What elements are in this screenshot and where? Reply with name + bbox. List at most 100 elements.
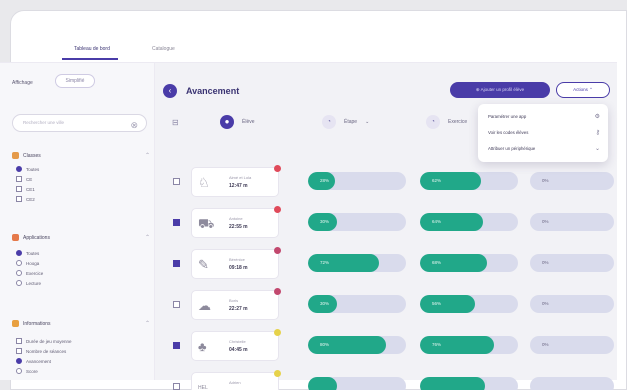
radio[interactable] [16,368,22,374]
option-label: Avancement [26,358,51,364]
chevron-down-icon: ⌄ [594,146,600,152]
option-checkbox[interactable]: Nombre de séances [16,348,66,354]
column-header-exercise[interactable]: ◔ Exercice [426,114,467,130]
row-checkbox[interactable] [173,383,180,390]
stroller-icon: ♘ [198,175,210,190]
table-row[interactable]: ✎ Bérénice 09:18 m 72% 68% 0% [165,246,614,280]
search-input[interactable]: Rechercher une ville ⊗ [12,114,147,132]
option-radio[interactable]: Toutes [16,250,39,256]
progress-bar: 28% [308,172,406,190]
checkbox[interactable] [16,196,22,202]
checkbox[interactable] [16,338,22,344]
informations-icon [12,320,19,327]
play-time: 12:47 m [229,183,248,189]
status-badge [274,288,281,295]
active-tab-indicator [62,58,118,60]
play-time: 22:27 m [229,306,248,312]
column-header-student[interactable]: ● Élève [220,114,255,130]
classes-icon [12,152,19,159]
table-row[interactable]: ♣ Christelle 04:45 m 80% 76% 0% [165,328,614,362]
option-checkbox[interactable]: Durée de jeu moyenne [16,338,72,344]
option-radio[interactable]: Score [16,368,38,374]
chevron-up-icon[interactable]: ⌃ [145,234,150,241]
progress-bar: 0% [530,295,614,313]
progress-bar: 0% [530,254,614,272]
section-applications[interactable]: Applications [12,234,50,241]
student-name: Aimé et Lola [229,175,252,180]
option-checkbox[interactable]: CE [16,176,32,182]
option-radio[interactable]: Exercice [16,270,43,276]
option-label: Score [26,368,38,374]
option-label: Exercice [26,270,44,276]
table-row[interactable]: ☁ Boris 22:27 m 30% 56% 0% [165,287,614,321]
status-badge [274,329,281,336]
display-mode-toggle[interactable]: Simplifié [55,74,95,88]
section-informations[interactable]: Informations [12,320,51,327]
row-checkbox[interactable] [173,342,180,349]
progress-bar: 64% [420,213,518,231]
checkbox[interactable] [16,176,22,182]
columns-menu-icon[interactable]: ⊟ [172,114,179,130]
back-icon[interactable]: ‹ [163,84,177,98]
row-checkbox[interactable] [173,178,180,185]
menu-item-configure-app[interactable]: Paramétrer une app ⚙ [488,114,600,120]
tab-dashboard[interactable]: Tableau de bord [74,46,110,52]
option-radio[interactable]: Hooga [16,260,39,266]
actions-button[interactable]: Actions ⌃ [556,82,610,98]
close-icon[interactable]: ⊗ [130,117,138,133]
student-icon: ● [220,115,234,129]
student-card[interactable]: ☁ Boris 22:27 m [191,288,281,320]
checkbox[interactable] [16,348,22,354]
play-time: 04:45 m [229,347,248,353]
option-label: Toutes [26,250,40,256]
radio[interactable] [16,280,22,286]
table-row[interactable]: ♘ Aimé et Lola 12:47 m 28% 62% 0% [165,164,614,198]
student-card[interactable]: ✎ Bérénice 09:18 m [191,247,281,279]
option-radio[interactable]: Avancement [16,358,51,364]
option-radio[interactable]: Toutes [16,166,39,172]
student-card[interactable]: ⛟ Antoine 22:55 m [191,206,281,238]
progress-bar: 0% [530,172,614,190]
option-radio[interactable]: Lecture [16,280,41,286]
checkbox[interactable] [16,186,22,192]
menu-item-student-codes[interactable]: Voir les codes élèves ⚷ [488,130,600,136]
progress-bar: 76% [420,336,518,354]
row-checkbox[interactable] [173,219,180,226]
table-row[interactable]: ⛟ Antoine 22:55 m 30% 64% 0% [165,205,614,239]
row-checkbox[interactable] [173,260,180,267]
hat-icon: ☁ [198,298,211,313]
column-label: Étape [344,119,358,125]
progress-label: 56% [432,301,442,306]
progress-label: 62% [432,178,442,183]
radio[interactable] [16,260,22,266]
student-name: Boris [229,298,239,303]
radio-selected[interactable] [16,166,22,172]
radio-selected[interactable] [16,250,22,256]
radio[interactable] [16,270,22,276]
student-card[interactable]: HEL Adrien [191,370,281,390]
progress-bar: 0% [530,336,614,354]
step-icon: ◔ [322,115,336,129]
progress-bar [420,377,518,390]
column-header-step[interactable]: ◔ Étape ⌄ [322,114,369,130]
student-name: Christelle [229,339,246,344]
option-checkbox[interactable]: CE1 [16,186,35,192]
play-time: 22:55 m [229,224,248,230]
chevron-up-icon[interactable]: ⌃ [145,320,150,327]
progress-bar: 30% [308,295,406,313]
table-row[interactable]: HEL Adrien [165,369,614,390]
play-time: 09:18 m [229,265,248,271]
student-card[interactable]: ♘ Aimé et Lola 12:47 m [191,165,281,197]
option-checkbox[interactable]: CE2 [16,196,35,202]
menu-item-assign-device[interactable]: Attribuer un périphérique ⌄ [488,146,600,152]
add-student-button[interactable]: ⊕ Ajouter un profil élève [450,82,550,98]
progress-bar [308,377,406,390]
status-badge [274,206,281,213]
radio-selected[interactable] [16,358,22,364]
student-card[interactable]: ♣ Christelle 04:45 m [191,329,281,361]
tab-catalogue[interactable]: Catalogue [152,46,175,52]
option-label: Toutes [26,166,40,172]
chevron-up-icon[interactable]: ⌃ [145,152,150,159]
section-classes[interactable]: Classes [12,152,41,159]
row-checkbox[interactable] [173,301,180,308]
